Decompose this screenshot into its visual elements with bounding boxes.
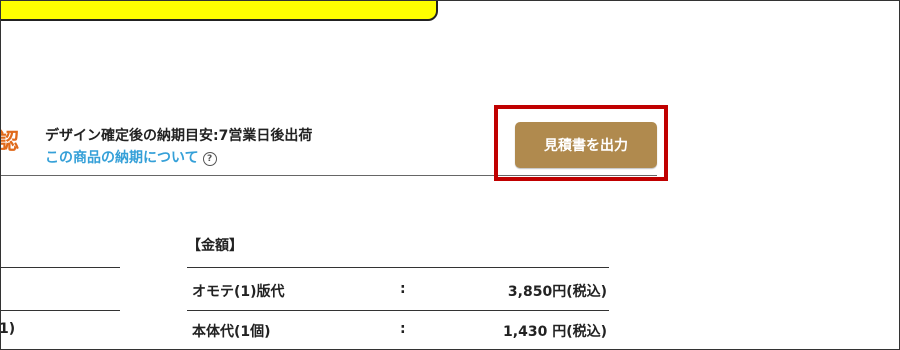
amount-row-price: 3,850円(税込) — [507, 284, 607, 300]
export-estimate-button[interactable]: 見積書を出力 — [515, 122, 657, 168]
amount-heading: 【金額】 — [187, 238, 243, 254]
amount-table-divider — [187, 267, 609, 268]
amount-row-label: 本体代(1個) — [192, 324, 271, 340]
amount-row-colon: : — [400, 281, 406, 297]
section-title-fragment: 認 — [1, 124, 19, 156]
amount-row-label: オモテ(1)版代 — [192, 284, 285, 300]
delivery-info-link-label: この商品の納期について — [45, 150, 199, 166]
help-icon[interactable]: ? — [202, 152, 217, 166]
amount-table-divider — [187, 310, 609, 311]
amount-row-colon: : — [400, 321, 406, 337]
left-table-cell-fragment: 1) — [0, 321, 16, 337]
delivery-info-link[interactable]: この商品の納期について? — [45, 147, 217, 167]
left-table-divider — [1, 267, 120, 268]
amount-row-price: 1,430 円(税込) — [503, 324, 607, 340]
yellow-banner — [1, 1, 438, 21]
delivery-estimate-text: デザイン確定後の納期目安:7営業日後出荷 — [45, 128, 313, 144]
left-table-divider — [1, 310, 120, 311]
screenshot-frame: 認 デザイン確定後の納期目安:7営業日後出荷 この商品の納期について? 見積書を… — [0, 0, 900, 350]
